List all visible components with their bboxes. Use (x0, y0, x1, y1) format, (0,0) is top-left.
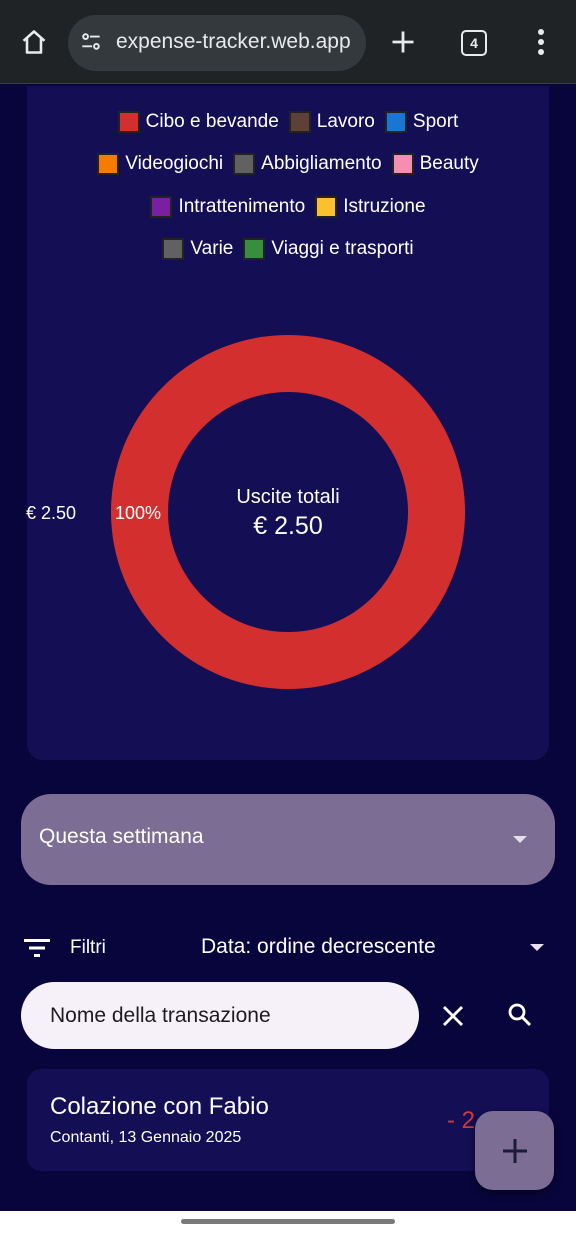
add-transaction-button[interactable] (475, 1111, 554, 1190)
transaction-details: Contanti, 13 Gennaio 2025 (50, 1129, 242, 1146)
search-input-text: Nome della transazione (50, 1004, 271, 1027)
system-navigation-bar (0, 1211, 576, 1234)
slice-value-label: € 2.50 (26, 503, 77, 523)
filters-button[interactable]: Filtri (70, 937, 106, 959)
dropdown-arrow-icon (513, 836, 527, 843)
search-icon[interactable] (498, 993, 542, 1037)
transaction-amount: - 2 (447, 1107, 476, 1134)
transaction-card[interactable]: Colazione con Fabio Contanti, 13 Gennaio… (27, 1069, 549, 1171)
transaction-title: Colazione con Fabio (50, 1093, 269, 1120)
plus-icon (502, 1138, 527, 1163)
period-selected-value: Questa settimana (39, 825, 204, 848)
transaction-search-input[interactable]: Nome della transazione (21, 982, 419, 1049)
sort-dropdown[interactable]: Data: ordine decrescente (201, 935, 436, 959)
filter-icon[interactable] (24, 938, 52, 963)
period-dropdown[interactable]: Questa settimana (21, 794, 555, 885)
sort-dropdown-arrow-icon[interactable] (530, 944, 544, 951)
slice-percent-label: 100% (115, 503, 162, 523)
clear-search-icon[interactable] (431, 994, 475, 1038)
gesture-handle[interactable] (181, 1219, 395, 1224)
chart-center-title: Uscite totali (236, 486, 340, 508)
chart-center-value: € 2.50 (253, 512, 323, 540)
